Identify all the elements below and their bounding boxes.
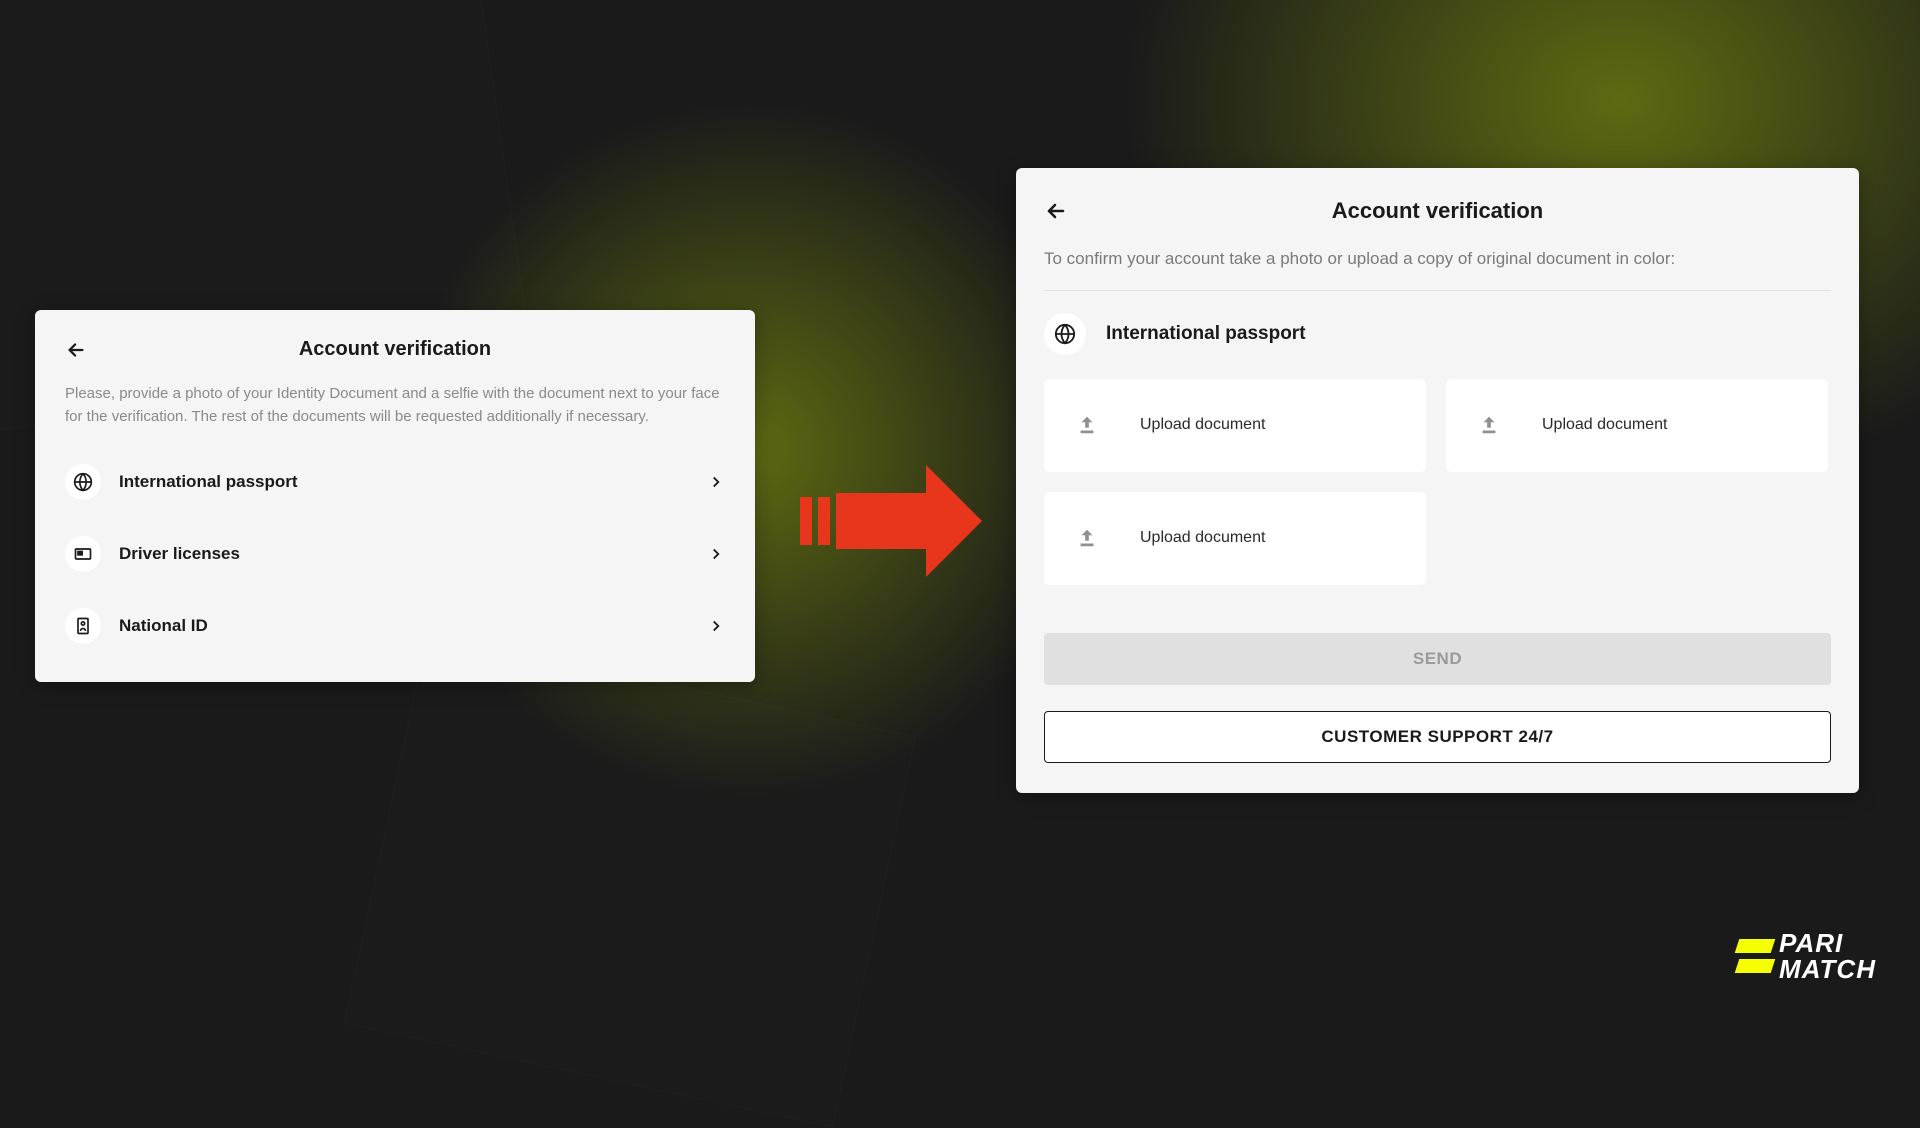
- arrow-body-wrap: [836, 465, 982, 577]
- id-icon-wrap: [65, 608, 101, 644]
- upload-label: Upload document: [1140, 529, 1265, 547]
- upload-grid: Upload document Upload document Upload d…: [1044, 379, 1831, 585]
- chevron-right-icon: [707, 473, 725, 491]
- doc-option-label: Driver licenses: [119, 544, 707, 564]
- upload-icon: [1076, 414, 1098, 436]
- back-button[interactable]: [65, 339, 87, 361]
- panel-description: Please, provide a photo of your Identity…: [65, 383, 725, 428]
- arrow-head: [926, 465, 982, 577]
- chevron-right-icon: [707, 617, 725, 635]
- arrow-bar: [800, 497, 812, 545]
- doc-option-driver-license[interactable]: Driver licenses: [65, 518, 725, 590]
- logo-text: PARI MATCH: [1779, 930, 1876, 982]
- selected-document-label: International passport: [1106, 323, 1306, 345]
- globe-icon-wrap: [1044, 313, 1086, 355]
- send-button[interactable]: SEND: [1044, 633, 1831, 685]
- logo-bars: [1737, 939, 1773, 973]
- upload-label: Upload document: [1542, 416, 1667, 434]
- upload-slot-3[interactable]: Upload document: [1044, 492, 1426, 585]
- doc-option-label: National ID: [119, 616, 707, 636]
- upload-slot-1[interactable]: Upload document: [1044, 379, 1426, 472]
- arrow-left-icon: [65, 339, 87, 361]
- verification-select-panel: Account verification Please, provide a p…: [35, 310, 755, 682]
- upload-icon: [1478, 414, 1500, 436]
- chevron-right-icon: [707, 545, 725, 563]
- upload-label: Upload document: [1140, 416, 1265, 434]
- card-icon-wrap: [65, 536, 101, 572]
- arrow-left-icon: [1044, 199, 1068, 223]
- panel-title: Account verification: [1044, 198, 1831, 224]
- flow-arrow: [800, 465, 982, 577]
- verification-upload-panel: Account verification To confirm your acc…: [1016, 168, 1859, 793]
- globe-icon-wrap: [65, 464, 101, 500]
- panel-header: Account verification: [1044, 198, 1831, 224]
- logo-line-2: MATCH: [1779, 956, 1876, 982]
- selected-document: International passport: [1044, 313, 1831, 355]
- panel-title: Account verification: [65, 338, 725, 361]
- doc-option-passport[interactable]: International passport: [65, 446, 725, 518]
- globe-icon: [73, 472, 93, 492]
- panel-header: Account verification: [65, 338, 725, 361]
- id-card-icon: [73, 544, 93, 564]
- globe-icon: [1054, 323, 1076, 345]
- customer-support-button[interactable]: CUSTOMER SUPPORT 24/7: [1044, 711, 1831, 763]
- panel-description: To confirm your account take a photo or …: [1044, 246, 1831, 291]
- arrow-bar: [818, 497, 830, 545]
- logo-line-1: PARI: [1779, 930, 1876, 956]
- doc-option-label: International passport: [119, 472, 707, 492]
- upload-icon: [1076, 527, 1098, 549]
- logo-bar: [1735, 939, 1776, 953]
- background-shape: [344, 632, 916, 1127]
- national-id-icon: [73, 616, 93, 636]
- doc-option-national-id[interactable]: National ID: [65, 590, 725, 662]
- logo-bar: [1735, 959, 1776, 973]
- upload-slot-2[interactable]: Upload document: [1446, 379, 1828, 472]
- arrow-body: [836, 493, 926, 549]
- back-button[interactable]: [1044, 199, 1068, 223]
- parimatch-logo: PARI MATCH: [1737, 930, 1876, 982]
